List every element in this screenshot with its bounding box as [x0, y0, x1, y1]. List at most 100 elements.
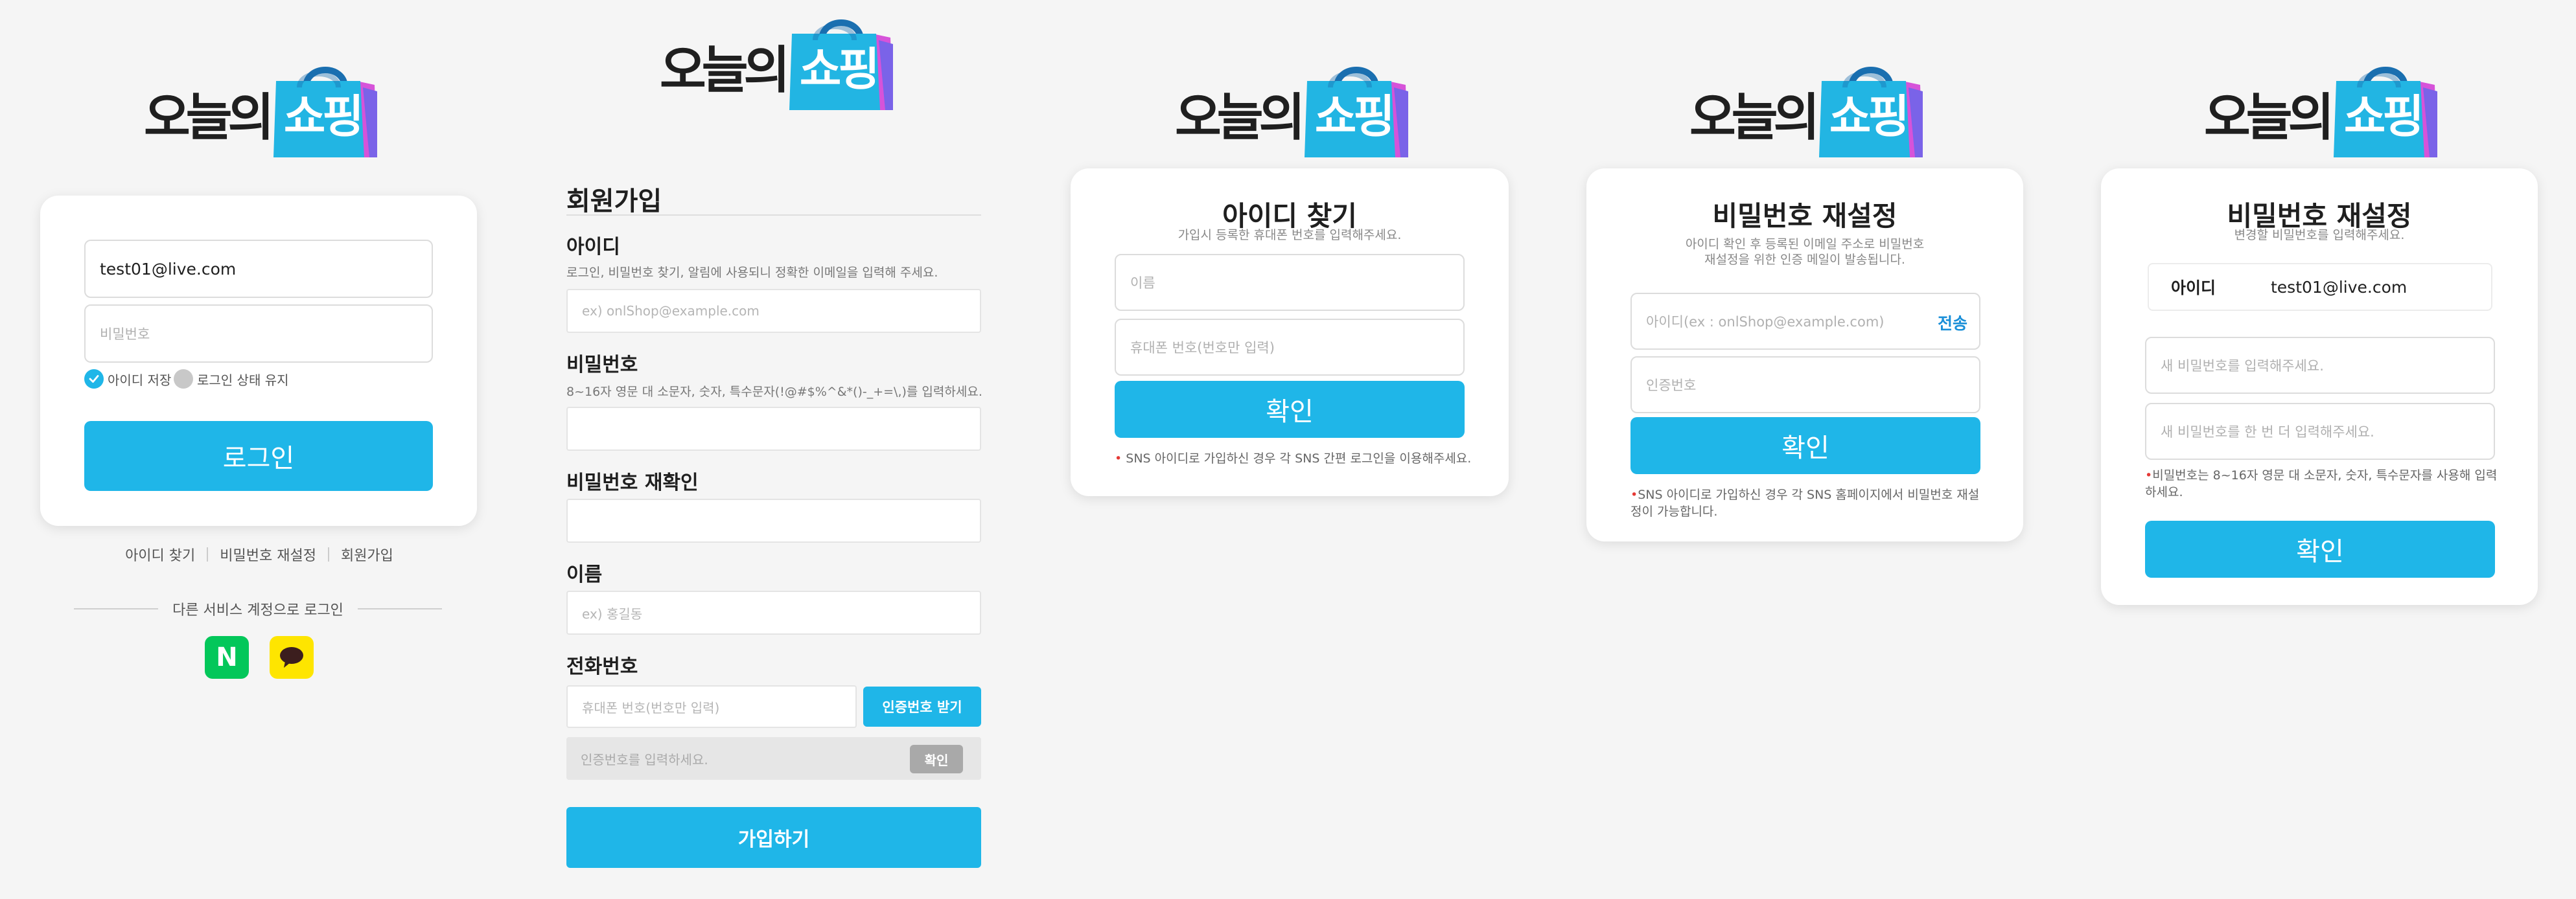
password-confirm-label: 비밀번호 재확인: [566, 472, 699, 494]
account-id-value: test01@live.com: [2271, 277, 2408, 297]
send-code-button[interactable]: 인증번호 받기: [863, 687, 981, 727]
reset-request-note-line-2: 정이 가능합니다.: [1630, 504, 1718, 519]
shopping-bag-icon: 쇼핑: [1305, 62, 1408, 157]
id-label: 아이디: [566, 236, 620, 258]
send-link[interactable]: 전송: [1938, 311, 1967, 334]
find-id-confirm-button[interactable]: 확인: [1115, 381, 1465, 438]
title-underline: [566, 214, 981, 216]
logo: 오늘의 쇼핑: [144, 62, 377, 157]
kakao-chat-bubble-icon: [280, 647, 303, 668]
logo-text: 오늘의: [1175, 89, 1305, 147]
find-id-note-text: SNS 아이디로 가입하신 경우 각 SNS 간편 로그인을 이용해주세요.: [1126, 451, 1472, 466]
shopping-bag-icon: 쇼핑: [2334, 62, 2437, 157]
divider: [207, 547, 209, 562]
keep-login-checkbox[interactable]: 로그인 상태 유지: [174, 369, 289, 389]
reset-request-title: 비밀번호 재설정: [1712, 200, 1897, 232]
signup-name-input[interactable]: ex) 홍길동: [566, 591, 981, 635]
signup-password-confirm-input[interactable]: [566, 499, 981, 543]
new-password-input[interactable]: 새 비밀번호를 입력해주세요.: [2145, 337, 2495, 394]
bullet-icon: •: [2145, 468, 2153, 483]
reset-request-note: •SNS 아이디로 가입하신 경우 각 SNS 홈페이지에서 비밀번호 재설 정…: [1630, 487, 1979, 520]
reset-request-note-line-1: SNS 아이디로 가입하신 경우 각 SNS 홈페이지에서 비밀번호 재설: [1638, 488, 1980, 502]
logo-bag-text: 쇼핑: [799, 43, 880, 96]
reset-request-confirm-button[interactable]: 확인: [1630, 417, 1980, 474]
reset-code-input[interactable]: 인증번호: [1630, 356, 1980, 413]
logo-bag-text: 쇼핑: [1829, 90, 1910, 143]
login-button[interactable]: 로그인: [84, 421, 433, 491]
id-input[interactable]: test01@live.com: [84, 240, 433, 298]
id-help-text: 로그인, 비밀번호 찾기, 알림에 사용되니 정확한 이메일을 입력해 주세요.: [566, 266, 938, 280]
naver-icon: N: [216, 643, 238, 672]
signup-title: 회원가입: [566, 187, 662, 216]
reset-id-placeholder: 아이디(ex : onlShop@example.com): [1646, 314, 1885, 330]
unchecked-circle-icon: [174, 369, 193, 389]
reset-request-panel: 오늘의 쇼핑 비밀번호 재설정 아이디 확인 후 등록된 이메일 주소로 비밀번…: [1551, 0, 2066, 899]
logo-text: 오늘의: [660, 41, 790, 100]
find-id-subtitle: 가입시 등록한 휴대폰 번호를 입력해주세요.: [1178, 228, 1402, 242]
shopping-bag-icon: 쇼핑: [1819, 62, 1923, 157]
reset-request-subtitle-1: 아이디 확인 후 등록된 이메일 주소로 비밀번호: [1685, 237, 1925, 251]
auth-links: 아이디 찾기 비밀번호 재설정 회원가입: [0, 544, 518, 565]
account-id-row: 아이디 test01@live.com: [2148, 263, 2492, 311]
social-divider: 다른 서비스 계정으로 로그인: [74, 598, 442, 619]
password-rule-line-1: 비밀번호는 8~16자 영문 대 소문자, 숫자, 특수문자를 사용해 입력: [2152, 468, 2498, 483]
reset-request-card: 비밀번호 재설정 아이디 확인 후 등록된 이메일 주소로 비밀번호 재설정을 …: [1586, 168, 2023, 541]
password-rule-note: •비밀번호는 8~16자 영문 대 소문자, 숫자, 특수문자를 사용해 입력 …: [2145, 468, 2497, 501]
find-id-name-input[interactable]: 이름: [1115, 254, 1465, 311]
reset-new-subtitle: 변경할 비밀번호를 입력해주세요.: [2234, 228, 2405, 242]
divider-line: [357, 608, 442, 609]
login-card: test01@live.com 비밀번호 아이디 저장 로그인 상태 유지 로그…: [40, 196, 477, 526]
find-id-panel: 오늘의 쇼핑 아이디 찾기 가입시 등록한 휴대폰 번호를 입력해주세요. 이름…: [1037, 0, 1551, 899]
bullet-icon: •: [1115, 451, 1122, 466]
signup-phone-input[interactable]: 휴대폰 번호(번호만 입력): [566, 685, 857, 728]
logo-text: 오늘의: [2204, 89, 2334, 147]
password-help-text: 8~16자 영문 대 소문자, 숫자, 특수문자(!@#$%^&*()-_+=\…: [566, 385, 982, 399]
password-label: 비밀번호: [566, 354, 638, 376]
new-password-confirm-input[interactable]: 새 비밀번호를 한 번 더 입력해주세요.: [2145, 403, 2495, 460]
logo: 오늘의 쇼핑: [660, 14, 893, 110]
find-id-card: 아이디 찾기 가입시 등록한 휴대폰 번호를 입력해주세요. 이름 휴대폰 번호…: [1071, 168, 1509, 496]
logo-bag-text: 쇼핑: [1314, 90, 1395, 143]
logo: 오늘의 쇼핑: [1175, 62, 1408, 157]
logo-bag-text: 쇼핑: [283, 90, 364, 143]
logo: 오늘의 쇼핑: [2204, 62, 2437, 157]
login-panel: 오늘의 쇼핑 test01@live.com 비밀번호 아이디 저장 로그인 상…: [0, 0, 518, 899]
signup-submit-button[interactable]: 가입하기: [566, 807, 981, 868]
signup-password-input[interactable]: [566, 407, 981, 451]
shopping-bag-icon: 쇼핑: [789, 14, 893, 110]
reset-new-panel: 오늘의 쇼핑 비밀번호 재설정 변경할 비밀번호를 입력해주세요. 아이디 te…: [2066, 0, 2576, 899]
logo-text: 오늘의: [144, 89, 274, 147]
kakao-login-button[interactable]: [270, 636, 314, 679]
reset-request-subtitle-2: 재설정을 위한 인증 메일이 발송됩니다.: [1704, 253, 1905, 267]
divider: [327, 547, 329, 562]
save-id-label: 아이디 저장: [108, 372, 172, 388]
save-id-checkbox[interactable]: 아이디 저장: [84, 369, 171, 389]
bullet-icon: •: [1630, 488, 1638, 502]
reset-new-confirm-button[interactable]: 확인: [2145, 521, 2495, 578]
reset-id-input[interactable]: 아이디(ex : onlShop@example.com): [1630, 293, 1980, 350]
social-login-title: 다른 서비스 계정으로 로그인: [172, 602, 343, 619]
signup-link[interactable]: 회원가입: [341, 544, 393, 565]
divider-line: [74, 608, 159, 609]
find-id-note: • SNS 아이디로 가입하신 경우 각 SNS 간편 로그인을 이용해주세요.: [1115, 451, 1471, 468]
find-id-phone-input[interactable]: 휴대폰 번호(번호만 입력): [1115, 319, 1465, 376]
password-input[interactable]: 비밀번호: [84, 304, 433, 363]
account-id-label: 아이디: [2171, 279, 2216, 297]
check-icon: [84, 369, 104, 389]
reset-new-card: 비밀번호 재설정 변경할 비밀번호를 입력해주세요. 아이디 test01@li…: [2101, 168, 2538, 605]
name-label: 이름: [566, 563, 603, 586]
password-rule-line-2: 하세요.: [2145, 484, 2183, 499]
reset-password-link[interactable]: 비밀번호 재설정: [220, 544, 316, 565]
logo-bag-text: 쇼핑: [2343, 90, 2424, 143]
shopping-bag-icon: 쇼핑: [273, 62, 377, 157]
code-placeholder: 인증번호를 입력하세요.: [581, 751, 708, 768]
signup-id-input[interactable]: ex) onlShop@example.com: [566, 289, 981, 333]
naver-login-button[interactable]: N: [205, 636, 249, 679]
logo-text: 오늘의: [1689, 89, 1820, 147]
find-id-link[interactable]: 아이디 찾기: [125, 544, 195, 565]
logo: 오늘의 쇼핑: [1689, 62, 1923, 157]
code-confirm-button[interactable]: 확인: [910, 745, 963, 773]
phone-label: 전화번호: [566, 655, 638, 678]
keep-login-label: 로그인 상태 유지: [197, 372, 289, 388]
signup-panel: 오늘의 쇼핑 회원가입 아이디 로그인, 비밀번호 찾기, 알림에 사용되니 정…: [518, 0, 1037, 899]
